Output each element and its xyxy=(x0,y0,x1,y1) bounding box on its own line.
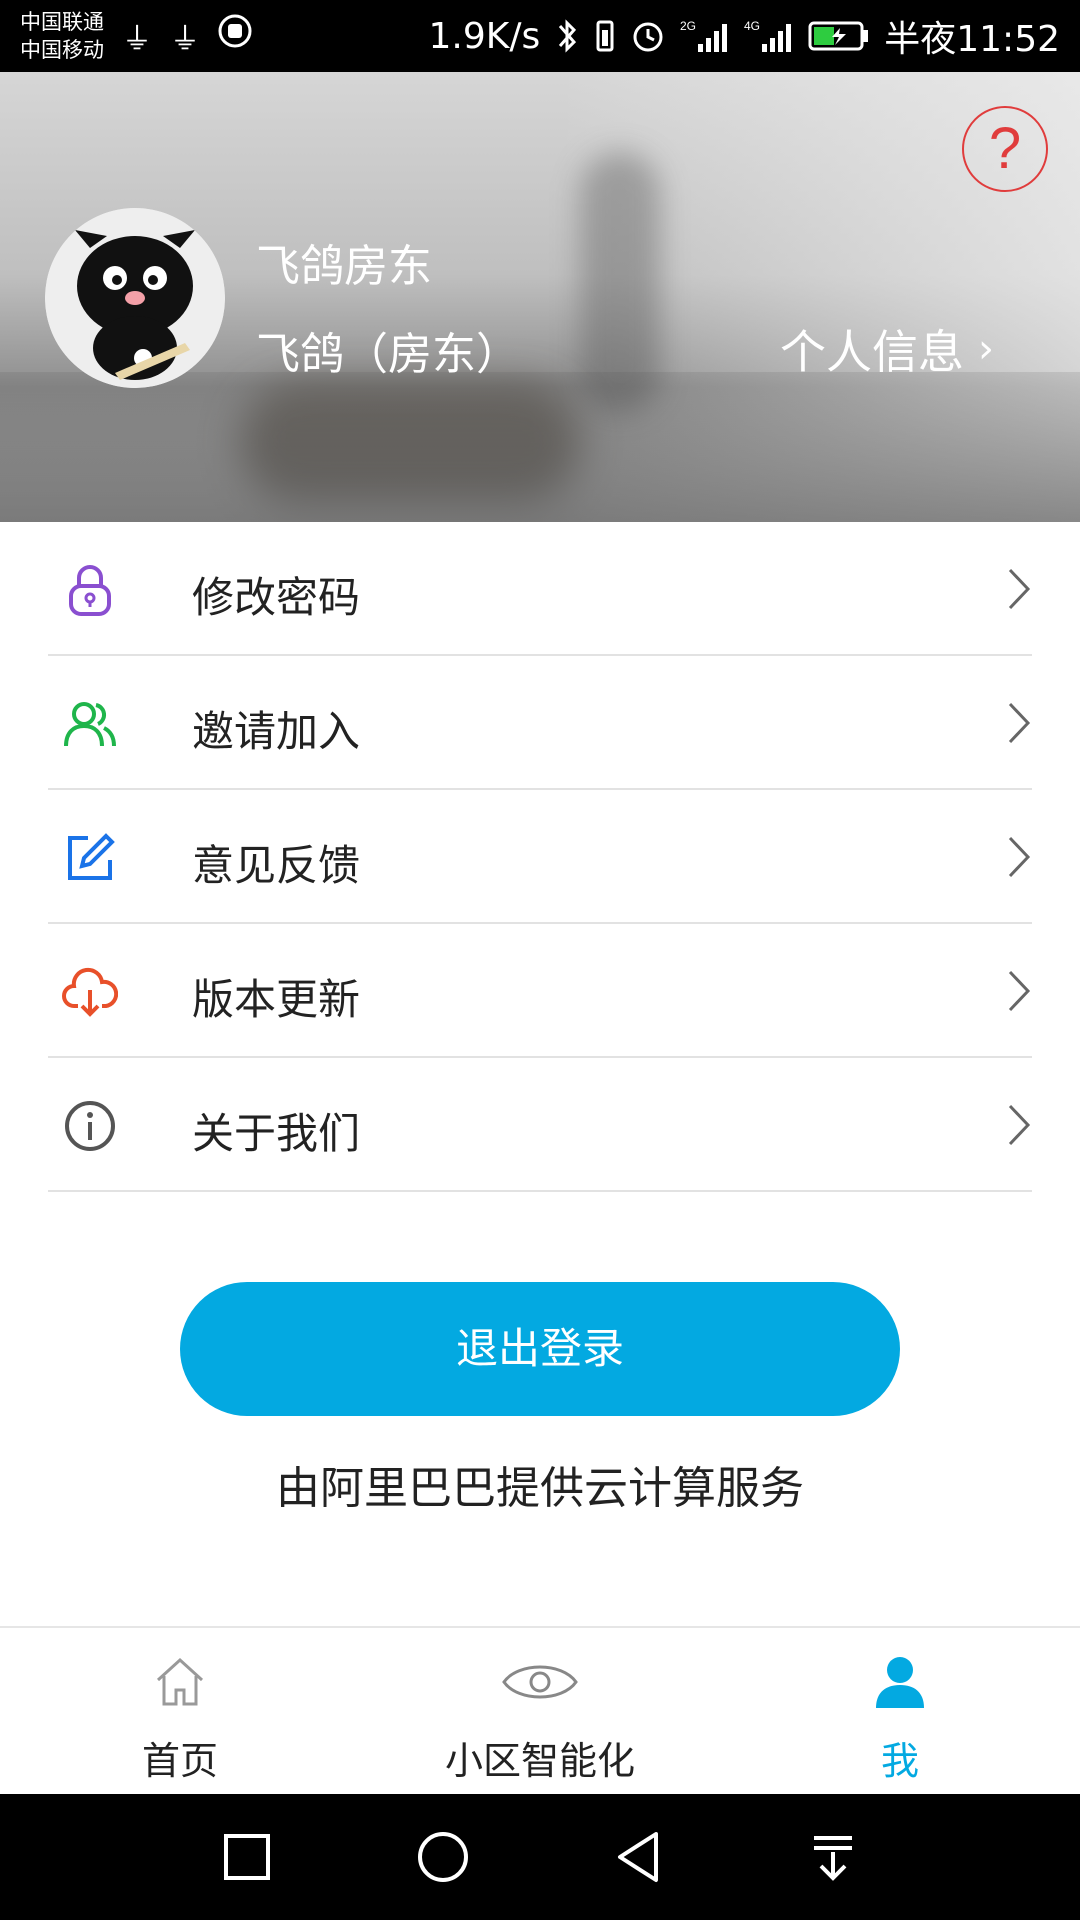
header-background-shade xyxy=(0,372,1080,522)
usb-icon-2: ⏚ xyxy=(170,22,200,57)
hand-icon xyxy=(218,14,252,48)
menu-label: 关于我们 xyxy=(192,1109,361,1158)
nav-item-community[interactable]: 小区智能化 xyxy=(360,1628,720,1794)
carrier-2: 中国移动 xyxy=(20,38,104,62)
pig-avatar-icon xyxy=(45,208,225,388)
chevron-right-icon xyxy=(1008,836,1031,878)
nav-item-home[interactable]: 首页 xyxy=(0,1628,360,1794)
bluetooth-icon xyxy=(559,19,577,53)
username: 飞鸽房东 xyxy=(256,241,432,292)
chevron-right-icon xyxy=(1008,702,1031,744)
usb-icon: ⏚ xyxy=(122,22,152,57)
eye-icon xyxy=(502,1665,578,1699)
status-bar: 中国联通 中国移动 ⏚ ⏚ 1.9K/s 2G 4G 半夜11:52 xyxy=(0,0,1080,72)
menu-label: 邀请加入 xyxy=(192,707,361,756)
status-left-icons: ⏚ ⏚ xyxy=(122,14,252,58)
battery-charging-icon xyxy=(808,21,869,51)
notification-pull-icon[interactable] xyxy=(808,1832,858,1882)
svg-text:4G: 4G xyxy=(744,19,760,33)
user-role: 飞鸽（房东） xyxy=(256,329,520,380)
menu-label: 版本更新 xyxy=(192,975,361,1024)
svg-text:2G: 2G xyxy=(680,19,696,33)
chevron-right-icon xyxy=(1008,970,1031,1012)
person-icon xyxy=(876,1657,924,1708)
help-button[interactable]: ? xyxy=(962,106,1048,192)
cloud-download-icon xyxy=(62,967,118,1017)
profile-header: ? 飞鸽房东 飞鸽（房东） 个人信息 › xyxy=(0,72,1080,522)
home-icon xyxy=(156,1657,204,1706)
bottom-nav: 首页 小区智能化 我 xyxy=(0,1626,1080,1794)
nav-label: 首页 xyxy=(141,1739,218,1783)
menu-item-about[interactable]: 关于我们 xyxy=(0,1058,1080,1192)
edit-icon xyxy=(68,833,115,880)
settings-menu: 修改密码 邀请加入 意见反馈 版本更新 关于我们 xyxy=(0,522,1080,1192)
alarm-icon xyxy=(633,22,663,52)
chevron-right-icon: › xyxy=(978,326,994,372)
status-right: 1.9K/s 2G 4G 半夜11:52 xyxy=(429,10,1061,62)
menu-item-feedback[interactable]: 意见反馈 xyxy=(0,790,1080,924)
vibrate-icon xyxy=(596,20,614,52)
cloud-provider-note: 由阿里巴巴提供云计算服务 xyxy=(276,1463,804,1514)
chevron-right-icon xyxy=(1008,568,1031,610)
lock-icon xyxy=(69,565,111,616)
back-icon[interactable] xyxy=(614,1830,664,1884)
profile-info-link[interactable]: 个人信息 › xyxy=(780,316,994,382)
carrier-1: 中国联通 xyxy=(20,10,104,34)
clock: 半夜11:52 xyxy=(884,19,1060,60)
logout-button[interactable]: 退出登录 xyxy=(180,1282,900,1416)
recent-apps-icon[interactable] xyxy=(222,1832,272,1882)
info-icon xyxy=(65,1101,115,1151)
home-circle-icon[interactable] xyxy=(416,1830,470,1884)
network-speed: 1.9K/s xyxy=(428,15,541,57)
menu-label: 修改密码 xyxy=(192,573,361,622)
users-icon xyxy=(64,702,116,747)
system-nav-bar xyxy=(0,1794,1080,1920)
chevron-right-icon xyxy=(1008,1104,1031,1146)
carrier-info: 中国联通 中国移动 xyxy=(20,8,104,64)
menu-item-invite[interactable]: 邀请加入 xyxy=(0,656,1080,790)
profile-info-label: 个人信息 xyxy=(780,325,964,379)
menu-label: 意见反馈 xyxy=(192,841,361,890)
nav-label: 小区智能化 xyxy=(444,1739,635,1783)
nav-label: 我 xyxy=(880,1739,919,1783)
menu-item-update[interactable]: 版本更新 xyxy=(0,924,1080,1058)
nav-item-me[interactable]: 我 xyxy=(720,1628,1080,1794)
avatar[interactable] xyxy=(45,208,225,388)
signal-2g-icon: 2G xyxy=(680,19,728,52)
menu-item-change-password[interactable]: 修改密码 xyxy=(0,522,1080,656)
signal-4g-icon: 4G xyxy=(744,19,792,52)
